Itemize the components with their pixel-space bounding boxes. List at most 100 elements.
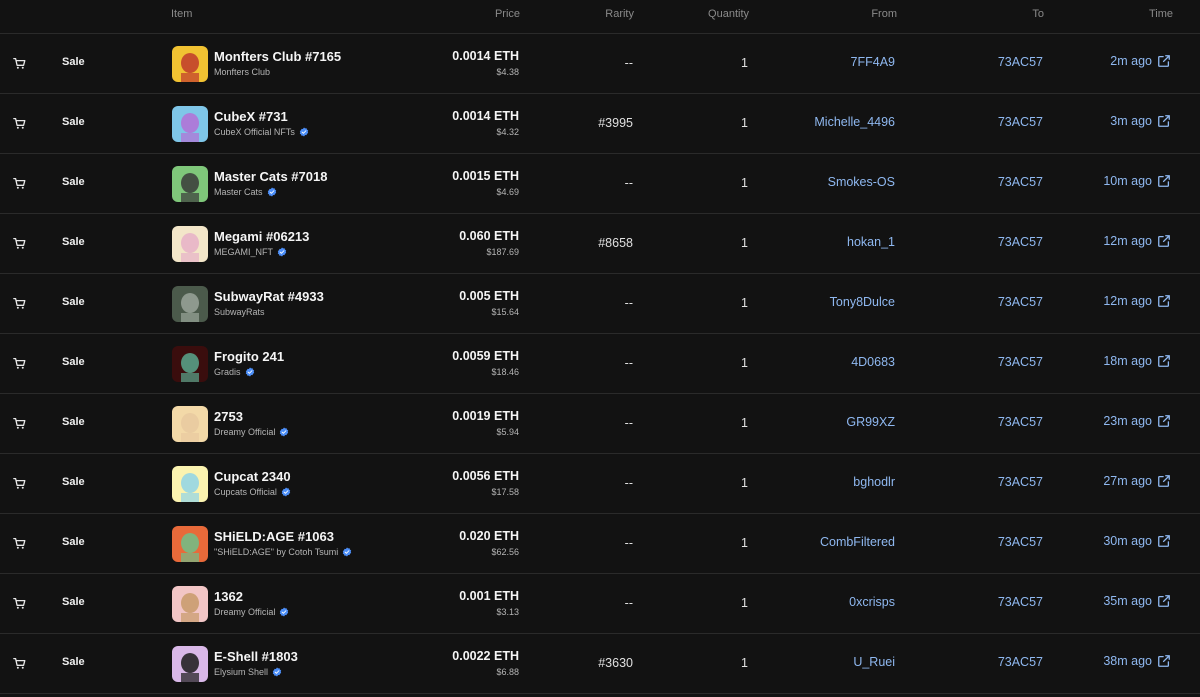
event-type: Sale [62, 356, 85, 368]
table-row[interactable]: Sale 1362 Dreamy Official 0.001 ETH $3.13 -- 1… [0, 574, 1200, 634]
item-name-link[interactable]: SHiELD:AGE #1063 [214, 529, 334, 544]
to-address-link[interactable]: 73AC57 [998, 475, 1043, 489]
time-link[interactable]: 2m ago [1110, 54, 1152, 68]
collection-link[interactable]: Master Cats [214, 187, 277, 197]
collection-link[interactable]: MEGAMI_NFT [214, 247, 287, 257]
from-address-link[interactable]: CombFiltered [820, 535, 895, 549]
header-quantity[interactable]: Quantity [708, 8, 749, 20]
external-link-icon[interactable] [1157, 234, 1171, 248]
to-address-link[interactable]: 73AC57 [998, 415, 1043, 429]
from-address-link[interactable]: hokan_1 [847, 235, 895, 249]
collection-link[interactable]: Monfters Club [214, 67, 270, 77]
from-address-link[interactable]: Tony8Dulce [830, 295, 895, 309]
item-name-link[interactable]: SubwayRat #4933 [214, 289, 324, 304]
from-address-link[interactable]: Smokes-OS [828, 175, 895, 189]
to-address-link[interactable]: 73AC57 [998, 655, 1043, 669]
table-row[interactable]: Sale Megami #06213 MEGAMI_NFT 0.060 ETH $187… [0, 214, 1200, 274]
collection-link[interactable]: Dreamy Official [214, 427, 289, 437]
nft-thumbnail[interactable] [172, 46, 208, 82]
item-name-link[interactable]: Master Cats #7018 [214, 169, 327, 184]
nft-thumbnail[interactable] [172, 226, 208, 262]
from-address-link[interactable]: 7FF4A9 [851, 55, 895, 69]
from-address-link[interactable]: U_Ruei [853, 655, 895, 669]
price-usd: $18.46 [491, 367, 519, 377]
nft-thumbnail[interactable] [172, 286, 208, 322]
collection-link[interactable]: "SHiELD:AGE" by Cotoh Tsumi [214, 547, 352, 557]
to-address-link[interactable]: 73AC57 [998, 595, 1043, 609]
item-name-link[interactable]: Megami #06213 [214, 229, 309, 244]
from-address-link[interactable]: GR99XZ [846, 415, 895, 429]
price-eth: 0.060 ETH [459, 229, 519, 243]
header-price[interactable]: Price [495, 8, 520, 20]
external-link-icon[interactable] [1157, 354, 1171, 368]
external-link-icon[interactable] [1157, 174, 1171, 188]
time-link[interactable]: 3m ago [1110, 114, 1152, 128]
header-item[interactable]: Item [171, 8, 192, 20]
external-link-icon[interactable] [1157, 54, 1171, 68]
to-address-link[interactable]: 73AC57 [998, 355, 1043, 369]
item-name-link[interactable]: Cupcat 2340 [214, 469, 291, 484]
from-address-link[interactable]: bghodlr [853, 475, 895, 489]
table-row[interactable]: Sale Frogito 241 Gradis 0.0059 ETH $18.46 -- 1… [0, 334, 1200, 394]
header-time[interactable]: Time [1149, 8, 1173, 20]
table-row[interactable]: Sale E-Shell #1803 Elysium Shell 0.0022 ETH… [0, 634, 1200, 694]
from-address-link[interactable]: 4D0683 [851, 355, 895, 369]
from-address-link[interactable]: Michelle_4496 [814, 115, 895, 129]
to-address-link[interactable]: 73AC57 [998, 295, 1043, 309]
collection-link[interactable]: CubeX Official NFTs [214, 127, 309, 137]
table-row[interactable]: Sale SHiELD:AGE #1063 "SHiELD:AGE" by Coto… [0, 514, 1200, 574]
item-name-link[interactable]: E-Shell #1803 [214, 649, 298, 664]
table-row[interactable]: Sale Cupcat 2340 Cupcats Official 0.0056 ET… [0, 454, 1200, 514]
table-row[interactable]: Sale Monfters Club #7165 Monfters Club 0.00… [0, 34, 1200, 94]
table-row[interactable]: Sale CubeX #731 CubeX Official NFTs 0.0014 … [0, 94, 1200, 154]
item-name-link[interactable]: Frogito 241 [214, 349, 284, 364]
external-link-icon[interactable] [1157, 654, 1171, 668]
collection-link[interactable]: Dreamy Official [214, 607, 289, 617]
external-link-icon[interactable] [1157, 114, 1171, 128]
nft-thumbnail[interactable] [172, 526, 208, 562]
item-name-link[interactable]: Monfters Club #7165 [214, 49, 341, 64]
item-name-link[interactable]: 2753 [214, 409, 243, 424]
nft-thumbnail[interactable] [172, 406, 208, 442]
price-eth: 0.0014 ETH [452, 49, 519, 63]
header-rarity[interactable]: Rarity [605, 8, 634, 20]
external-link-icon[interactable] [1157, 414, 1171, 428]
time-link[interactable]: 12m ago [1103, 294, 1152, 308]
to-address-link[interactable]: 73AC57 [998, 235, 1043, 249]
table-row[interactable]: Sale Master Cats #7018 Master Cats 0.0015 E… [0, 154, 1200, 214]
to-address-link[interactable]: 73AC57 [998, 55, 1043, 69]
collection-link[interactable]: Gradis [214, 367, 255, 377]
time-link[interactable]: 18m ago [1103, 354, 1152, 368]
external-link-icon[interactable] [1157, 594, 1171, 608]
to-address-link[interactable]: 73AC57 [998, 535, 1043, 549]
table-row[interactable]: Sale 2753 Dreamy Official 0.0019 ETH $5.94 --… [0, 394, 1200, 454]
to-address-link[interactable]: 73AC57 [998, 115, 1043, 129]
nft-thumbnail[interactable] [172, 106, 208, 142]
collection-link[interactable]: SubwayRats [214, 307, 265, 317]
table-row[interactable]: Sale SubwayRat #4933 SubwayRats 0.005 ETH $1… [0, 274, 1200, 334]
from-address-link[interactable]: 0xcrisps [849, 595, 895, 609]
header-to[interactable]: To [1032, 8, 1044, 20]
nft-thumbnail[interactable] [172, 346, 208, 382]
nft-thumbnail[interactable] [172, 586, 208, 622]
time-link[interactable]: 27m ago [1103, 474, 1152, 488]
time-link[interactable]: 12m ago [1103, 234, 1152, 248]
collection-link[interactable]: Elysium Shell [214, 667, 282, 677]
header-from[interactable]: From [871, 8, 897, 20]
nft-thumbnail[interactable] [172, 646, 208, 682]
item-name-link[interactable]: 1362 [214, 589, 243, 604]
external-link-icon[interactable] [1157, 534, 1171, 548]
nft-thumbnail[interactable] [172, 466, 208, 502]
external-link-icon[interactable] [1157, 294, 1171, 308]
item-name-link[interactable]: CubeX #731 [214, 109, 288, 124]
time-link[interactable]: 10m ago [1103, 174, 1152, 188]
external-link-icon[interactable] [1157, 474, 1171, 488]
time-link[interactable]: 38m ago [1103, 654, 1152, 668]
to-address-link[interactable]: 73AC57 [998, 175, 1043, 189]
collection-link[interactable]: Cupcats Official [214, 487, 291, 497]
time-link[interactable]: 30m ago [1103, 534, 1152, 548]
nft-thumbnail[interactable] [172, 166, 208, 202]
rarity-value: #3630 [598, 656, 633, 670]
time-link[interactable]: 35m ago [1103, 594, 1152, 608]
time-link[interactable]: 23m ago [1103, 414, 1152, 428]
